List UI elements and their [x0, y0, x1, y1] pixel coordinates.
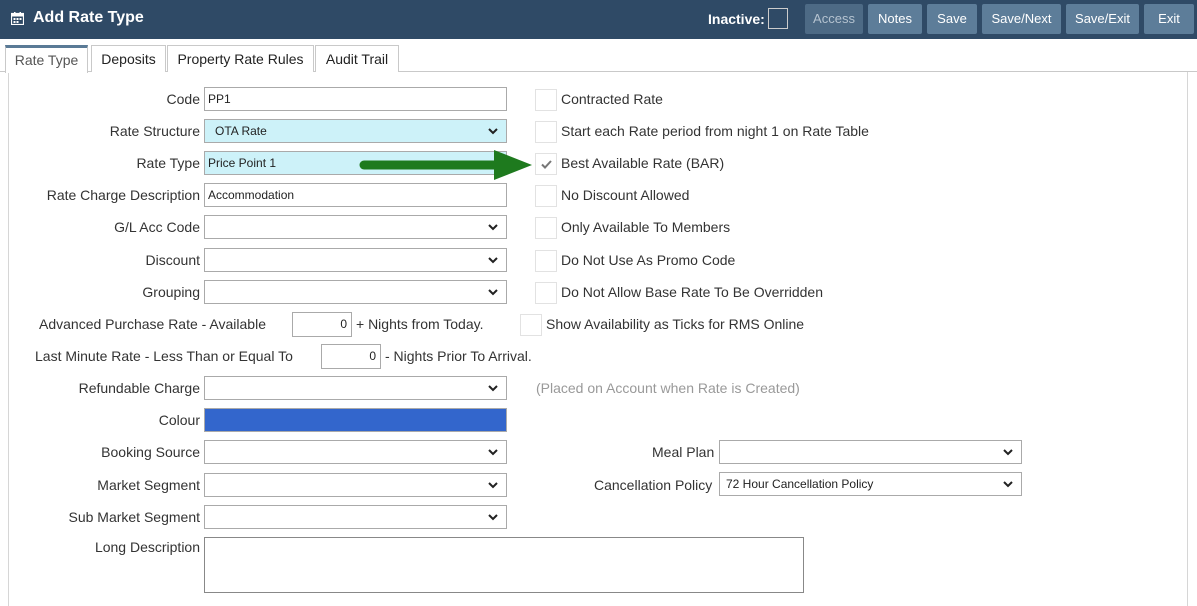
chevron-down-icon [488, 385, 498, 392]
exit-button[interactable]: Exit [1144, 4, 1194, 34]
grouping-label: Grouping [142, 284, 200, 300]
colour-picker[interactable] [204, 408, 507, 432]
booking-source-select[interactable] [204, 440, 507, 464]
last-minute-input[interactable]: 0 [321, 344, 381, 369]
sub-market-segment-select[interactable] [204, 505, 507, 529]
show-ticks-label: Show Availability as Ticks for RMS Onlin… [546, 316, 805, 332]
bar-checkbox[interactable] [535, 153, 557, 175]
inactive-label: Inactive: [708, 11, 765, 27]
access-button[interactable]: Access [805, 4, 863, 34]
tab-property-rate-rules[interactable]: Property Rate Rules [167, 45, 314, 72]
no-override-label: Do Not Allow Base Rate To Be Overridden [561, 284, 823, 300]
no-promo-checkbox[interactable] [535, 250, 557, 272]
discount-label: Discount [145, 252, 200, 268]
grouping-select[interactable] [204, 280, 507, 304]
inactive-checkbox[interactable] [768, 8, 788, 29]
window-title: Add Rate Type [33, 9, 144, 26]
rate-type-label: Rate Type [136, 155, 200, 171]
members-only-label: Only Available To Members [561, 219, 731, 235]
sub-market-segment-label: Sub Market Segment [68, 509, 200, 525]
members-only-checkbox[interactable] [535, 217, 557, 239]
checkmark-icon [541, 160, 552, 169]
chevron-down-icon [1003, 481, 1013, 488]
refundable-charge-select[interactable] [204, 376, 507, 400]
no-override-checkbox[interactable] [535, 282, 557, 304]
chevron-down-icon [488, 482, 498, 489]
last-minute-suffix: - Nights Prior To Arrival. [385, 348, 532, 364]
refundable-charge-hint: (Placed on Account when Rate is Created) [536, 380, 800, 396]
save-exit-button[interactable]: Save/Exit [1066, 4, 1139, 34]
calendar-icon [11, 12, 24, 25]
no-discount-label: No Discount Allowed [561, 187, 690, 203]
chevron-down-icon [1003, 449, 1013, 456]
title-bar: Add Rate Type Inactive: Access Notes Sav… [0, 0, 1197, 39]
last-minute-label: Last Minute Rate - Less Than or Equal To [35, 348, 293, 364]
cancellation-policy-label: Cancellation Policy [594, 477, 713, 493]
show-ticks-checkbox[interactable] [520, 314, 542, 336]
code-label: Code [166, 91, 200, 107]
long-description-textarea[interactable] [204, 537, 804, 593]
colour-label: Colour [158, 412, 200, 428]
tab-deposits[interactable]: Deposits [91, 45, 166, 72]
contracted-rate-checkbox[interactable] [535, 89, 557, 111]
rate-structure-select[interactable]: OTA Rate [204, 119, 507, 143]
chevron-down-icon [488, 128, 498, 135]
booking-source-label: Booking Source [101, 444, 200, 460]
save-next-button[interactable]: Save/Next [982, 4, 1061, 34]
no-discount-checkbox[interactable] [535, 185, 557, 207]
save-button[interactable]: Save [927, 4, 977, 34]
advanced-purchase-suffix: + Nights from Today. [356, 316, 484, 332]
chevron-down-icon [488, 224, 498, 231]
meal-plan-label: Meal Plan [652, 444, 715, 460]
gl-acc-code-label: G/L Acc Code [114, 219, 200, 235]
tab-audit-trail[interactable]: Audit Trail [315, 45, 399, 72]
rate-structure-label: Rate Structure [109, 123, 200, 139]
advanced-purchase-label: Advanced Purchase Rate - Available [39, 316, 266, 332]
long-description-label: Long Description [94, 539, 200, 555]
chevron-down-icon [488, 289, 498, 296]
tab-panel [8, 72, 1188, 606]
start-each-rate-checkbox[interactable] [535, 121, 557, 143]
chevron-down-icon [488, 514, 498, 521]
cancellation-policy-value: 72 Hour Cancellation Policy [726, 477, 874, 491]
no-promo-label: Do Not Use As Promo Code [561, 252, 736, 268]
chevron-down-icon [488, 257, 498, 264]
start-each-rate-label: Start each Rate period from night 1 on R… [561, 123, 869, 139]
meal-plan-select[interactable] [719, 440, 1022, 464]
arrow-right-icon [359, 150, 532, 180]
market-segment-select[interactable] [204, 473, 507, 497]
rate-charge-description-label: Rate Charge Description [46, 187, 200, 203]
gl-acc-code-select[interactable] [204, 215, 507, 239]
code-input[interactable]: PP1 [204, 87, 507, 111]
refundable-charge-label: Refundable Charge [78, 380, 200, 396]
discount-select[interactable] [204, 248, 507, 272]
chevron-down-icon [488, 449, 498, 456]
market-segment-label: Market Segment [97, 477, 200, 493]
notes-button[interactable]: Notes [868, 4, 922, 34]
rate-structure-value: OTA Rate [215, 124, 267, 138]
bar-label: Best Available Rate (BAR) [561, 155, 725, 171]
tab-rate-type[interactable]: Rate Type [5, 45, 88, 73]
advanced-purchase-input[interactable]: 0 [292, 312, 352, 337]
cancellation-policy-select[interactable]: 72 Hour Cancellation Policy [719, 472, 1022, 496]
rate-charge-description-input[interactable]: Accommodation [204, 183, 507, 207]
contracted-rate-label: Contracted Rate [561, 91, 663, 107]
